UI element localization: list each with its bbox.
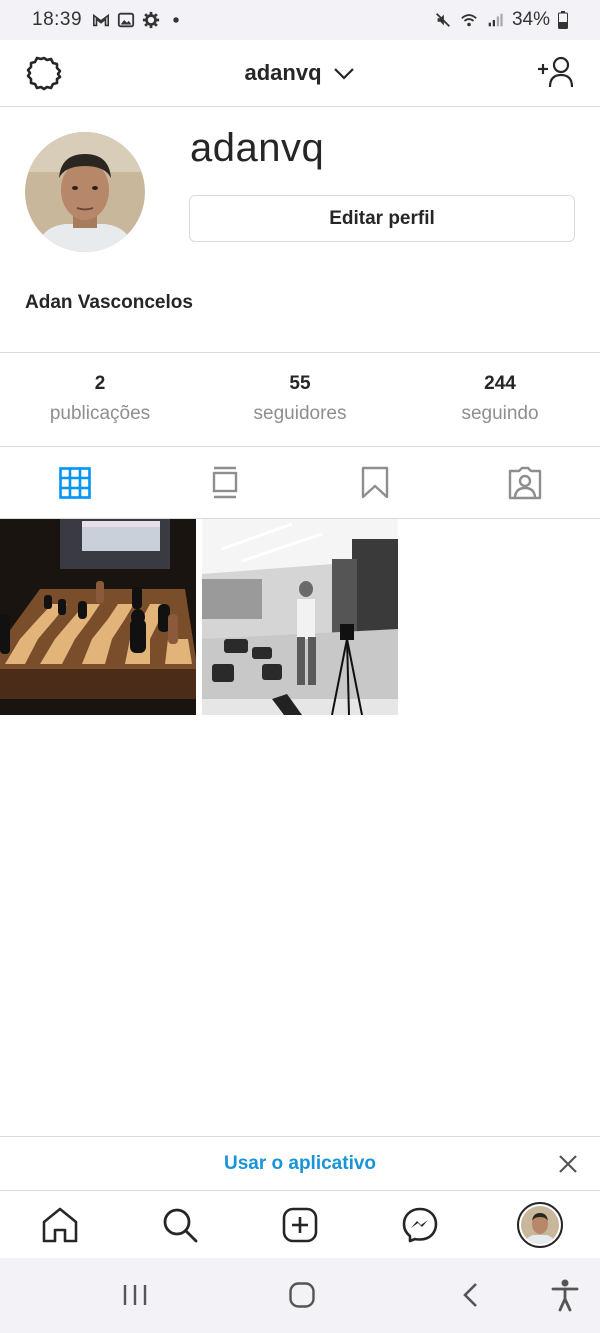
chess-board-image xyxy=(0,519,196,715)
stat-followers-count: 55 xyxy=(289,373,311,394)
profile-tabs xyxy=(0,447,600,519)
settings-button[interactable] xyxy=(24,53,64,93)
profile-section: adanvq Editar perfil Adan Vasconcelos xyxy=(0,108,600,352)
use-app-link[interactable]: Usar o aplicativo xyxy=(224,1153,376,1175)
profile-username: adanvq xyxy=(190,126,325,170)
stat-following-count: 244 xyxy=(484,373,516,394)
nav-messenger[interactable] xyxy=(392,1197,448,1253)
profile-full-name: Adan Vasconcelos xyxy=(25,292,193,313)
android-system-nav xyxy=(0,1258,600,1333)
account-switcher[interactable]: adanvq xyxy=(244,60,355,86)
avatar-photo xyxy=(25,132,145,252)
add-person-icon xyxy=(538,56,574,88)
edit-profile-button[interactable]: Editar perfil xyxy=(189,195,575,242)
search-icon xyxy=(163,1208,198,1242)
nav-profile[interactable] xyxy=(512,1197,568,1253)
post-man-in-mall-bw-photo[interactable] xyxy=(202,519,398,715)
add-person-button[interactable] xyxy=(536,53,576,93)
battery-icon xyxy=(558,11,568,29)
home-icon xyxy=(42,1207,78,1242)
battery-percent: 34% xyxy=(511,9,550,30)
post-chess-board-photo[interactable] xyxy=(0,519,196,715)
profile-stats: 2 publicações 55 seguidores 244 seguindo xyxy=(0,352,600,447)
home-nav-icon[interactable] xyxy=(288,1281,316,1309)
mall-photo-image xyxy=(202,519,398,715)
header-username: adanvq xyxy=(244,60,322,85)
tab-feed[interactable] xyxy=(150,447,300,518)
tab-grid[interactable] xyxy=(0,447,150,518)
messenger-icon xyxy=(402,1207,438,1242)
signal-icon xyxy=(488,13,503,27)
mute-icon xyxy=(436,13,450,27)
status-time: 18:39 xyxy=(32,9,83,30)
close-icon[interactable] xyxy=(554,1150,582,1178)
stat-posts-count: 2 xyxy=(94,373,106,394)
stat-following-label: seguindo xyxy=(461,403,539,424)
wifi-icon xyxy=(461,14,477,27)
profile-avatar[interactable] xyxy=(25,132,145,252)
accessibility-icon[interactable] xyxy=(550,1278,580,1312)
top-header: adanvq xyxy=(0,40,600,107)
stat-posts-label: publicações xyxy=(49,403,151,424)
status-bar: 18:39 34% xyxy=(0,0,600,40)
dot-icon xyxy=(173,17,179,23)
stat-followers-label: seguidores xyxy=(253,403,347,424)
use-app-banner: Usar o aplicativo xyxy=(0,1136,600,1191)
gallery-icon xyxy=(117,12,135,28)
back-icon[interactable] xyxy=(460,1281,480,1309)
nav-new-post[interactable] xyxy=(272,1197,328,1253)
bottom-navigation xyxy=(0,1191,600,1258)
recent-apps-icon[interactable] xyxy=(122,1283,148,1307)
nav-search[interactable] xyxy=(152,1197,208,1253)
avatar-photo-small xyxy=(521,1205,559,1244)
stat-followers[interactable]: 55 seguidores xyxy=(200,353,400,446)
tagged-icon xyxy=(508,466,542,499)
settings-icon xyxy=(26,56,62,91)
new-post-icon xyxy=(282,1207,318,1242)
stat-posts[interactable]: 2 publicações xyxy=(0,353,200,446)
feed-icon xyxy=(212,466,238,498)
nav-home[interactable] xyxy=(32,1197,88,1253)
chevron-down-icon xyxy=(333,68,354,80)
tab-saved[interactable] xyxy=(300,447,450,518)
tab-tagged[interactable] xyxy=(450,447,600,518)
stat-following[interactable]: 244 seguindo xyxy=(400,353,600,446)
grid-icon xyxy=(59,466,91,499)
gmail-icon xyxy=(93,13,110,27)
settings-icon xyxy=(142,11,160,29)
profile-avatar-small xyxy=(517,1201,563,1248)
saved-icon xyxy=(361,466,389,498)
